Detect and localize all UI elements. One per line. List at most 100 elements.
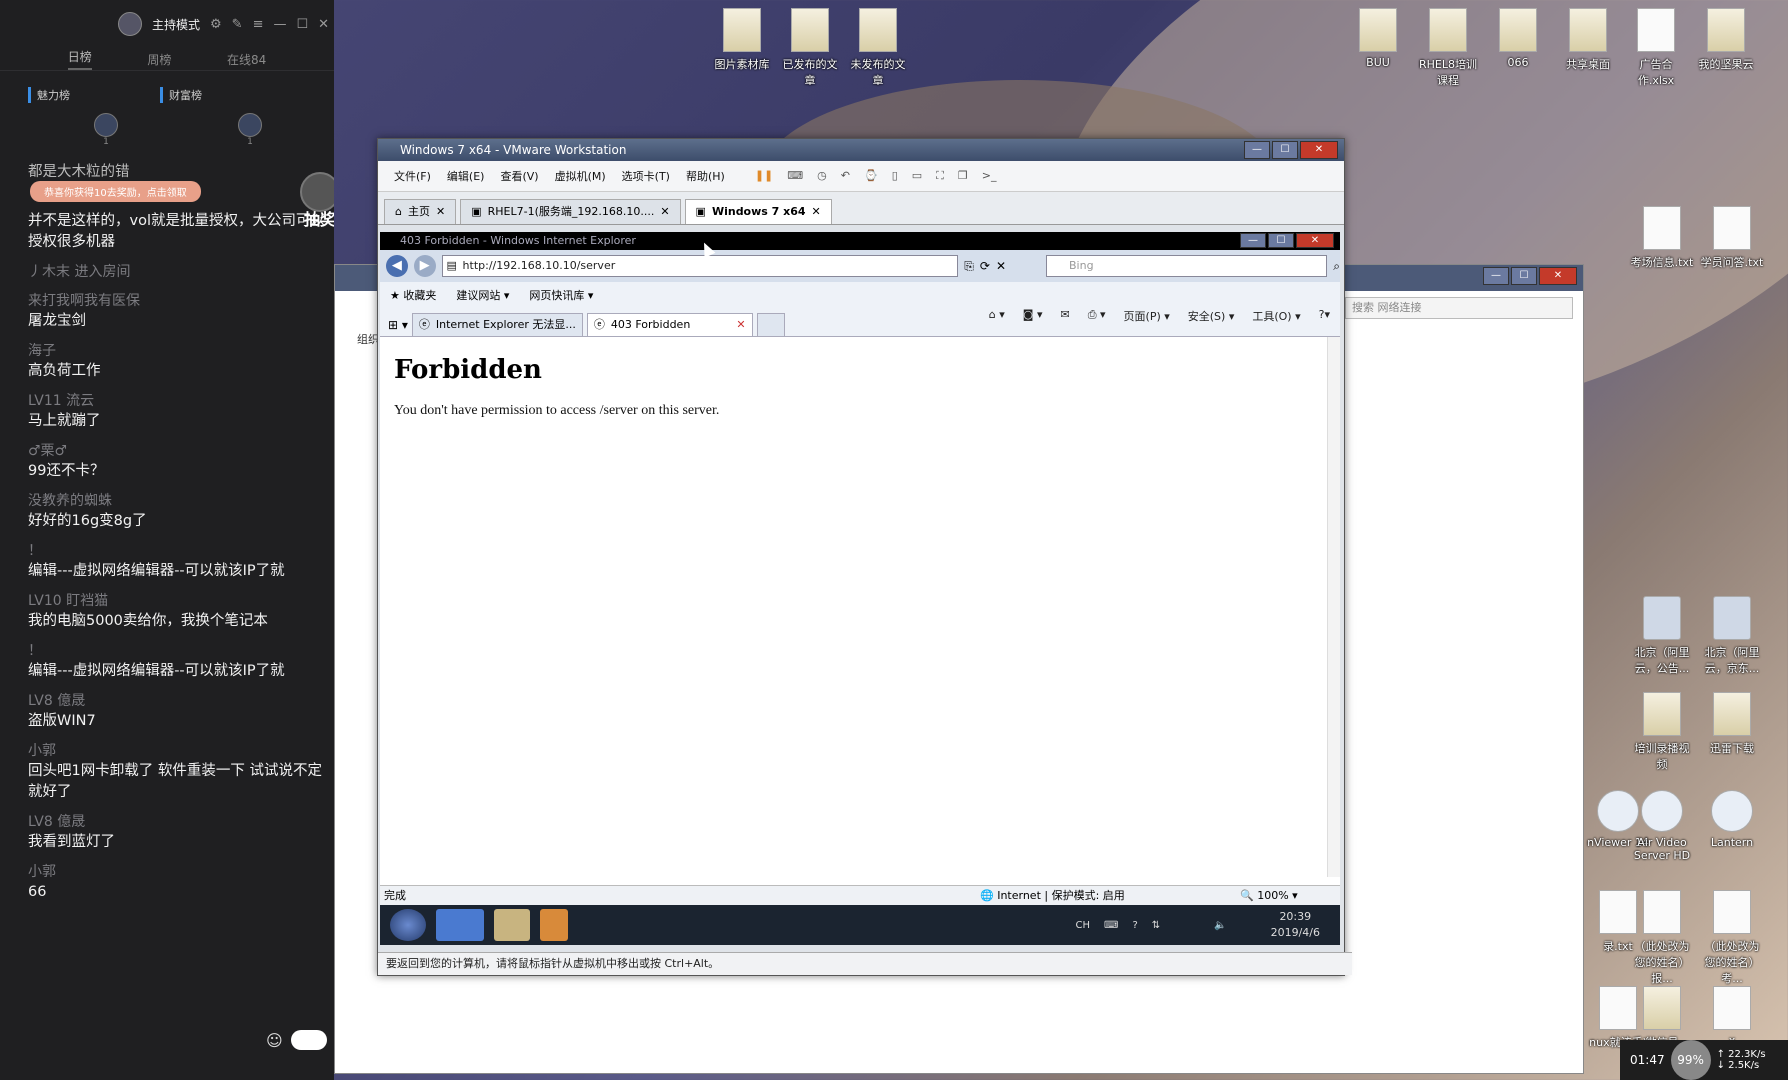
menu-file[interactable]: 文件(F) (394, 168, 431, 184)
tools-menu[interactable]: 工具(O) ▾ (1252, 308, 1300, 324)
compat-view-icon[interactable]: ⎘ (964, 259, 974, 274)
close-icon[interactable]: ✕ (436, 200, 445, 224)
maximize-button[interactable]: ☐ (1268, 233, 1294, 248)
pause-icon[interactable]: ❚❚ (755, 169, 773, 183)
desktop-icon[interactable]: 北京（阿里云，京东... (1700, 596, 1764, 676)
explorer-search-input[interactable]: 搜索 网络连接 (1345, 297, 1573, 319)
new-tab-button[interactable] (756, 313, 785, 336)
desktop-icon[interactable]: 学员问答.txt (1700, 206, 1764, 270)
tab-online[interactable]: 在线84 (227, 51, 266, 68)
console-icon[interactable]: >_ (982, 169, 997, 183)
lottery-button[interactable]: 抽奖 (300, 172, 334, 230)
desktop-icon[interactable]: 培训录播视频 (1630, 692, 1694, 772)
tab-home[interactable]: ⌂ 主页 ✕ (384, 199, 457, 224)
explorer-toolbar-label[interactable]: 组织 (357, 331, 379, 347)
desktop-icon[interactable]: （此处改为您的姓名）报... (1630, 890, 1694, 986)
maximize-button[interactable]: ☐ (1511, 267, 1537, 285)
snapshot-manager-icon[interactable]: ⌚ (864, 169, 878, 183)
close-button[interactable]: ✕ (1296, 233, 1334, 248)
desktop-icon[interactable]: Air Video Server HD (1630, 790, 1694, 862)
desktop-icon[interactable]: 图片素材库 (710, 8, 774, 72)
search-icon[interactable]: ⌕ (1333, 259, 1340, 274)
safety-menu[interactable]: 安全(S) ▾ (1188, 308, 1235, 324)
close-button[interactable]: ✕ (1300, 141, 1338, 159)
ie-tab[interactable]: ⓔ Internet Explorer 无法显... (411, 313, 583, 336)
desktop-icon[interactable]: （此处改为您的姓名）考... (1700, 890, 1764, 986)
close-button[interactable]: ✕ (1539, 267, 1577, 285)
close-icon[interactable]: ✕ (318, 17, 329, 32)
desktop-icon[interactable]: 迅雷下载 (1700, 692, 1764, 756)
minimize-button[interactable]: — (1483, 267, 1509, 285)
desktop-icon[interactable]: Lantern (1700, 790, 1764, 849)
close-icon[interactable]: ✕ (812, 200, 821, 224)
minimize-button[interactable]: — (1240, 233, 1266, 248)
print-icon[interactable]: ⎙ ▾ (1088, 308, 1106, 324)
ie-tab-active[interactable]: ⓔ 403 Forbidden ✕ (586, 313, 753, 336)
send-input[interactable] (290, 1030, 327, 1050)
desktop-icon[interactable]: x (1700, 986, 1764, 1047)
tab-weekly[interactable]: 周榜 (147, 51, 171, 68)
maximize-button[interactable]: ☐ (1272, 141, 1298, 159)
start-button[interactable] (390, 909, 426, 941)
desktop-icon[interactable]: 我的坚果云 (1694, 8, 1758, 72)
ranker-2[interactable]: 1 (238, 113, 262, 147)
thumbnail-view-icon[interactable]: ▭ (912, 169, 922, 183)
desktop-icon[interactable]: RHEL8培训课程 (1416, 8, 1480, 88)
send-keys-icon[interactable]: ⌨ (787, 169, 803, 183)
emoji-icon[interactable]: ☺ (266, 1031, 283, 1050)
taskbar-media[interactable] (540, 909, 568, 941)
favorites-button[interactable]: ★ 收藏夹 (390, 287, 436, 303)
zoom-control[interactable]: 🔍 100% ▾ (1240, 886, 1298, 906)
minimize-icon[interactable]: — (273, 17, 286, 32)
menu-tabs[interactable]: 选项卡(T) (622, 168, 670, 184)
library-view-icon[interactable]: ▯ (892, 169, 898, 183)
minimize-button[interactable]: — (1244, 141, 1270, 159)
menu-vm[interactable]: 虚拟机(M) (555, 168, 606, 184)
feeds-icon[interactable]: ◙ ▾ (1023, 308, 1043, 324)
desktop-icon[interactable]: 广告合作.xlsx (1624, 8, 1688, 88)
desktop-icon[interactable]: 066 (1486, 8, 1550, 69)
tab-rhel[interactable]: ▣ RHEL7-1(服务端_192.168.10.... ✕ (460, 199, 681, 224)
desktop-icon[interactable]: 共享桌面 (1556, 8, 1620, 72)
revert-snapshot-icon[interactable]: ↶ (841, 169, 850, 183)
tab-win7[interactable]: ▣ Windows 7 x64 ✕ (684, 199, 832, 224)
taskbar-explorer[interactable] (494, 909, 530, 941)
desktop-icon[interactable]: 未发布的文章 (846, 8, 910, 88)
search-input[interactable]: Bing (1046, 255, 1328, 277)
desktop-icon[interactable]: 考场信息.txt (1630, 206, 1694, 270)
taskbar-ie[interactable] (436, 909, 484, 941)
menu-help[interactable]: 帮助(H) (686, 168, 725, 184)
address-bar[interactable]: ▤ http://192.168.10.10/server (441, 255, 959, 277)
ime-indicator[interactable]: CH (1075, 920, 1090, 931)
network-speed-widget[interactable]: 01:47 99% ↑ 22.3K/s ↓ 2.5K/s (1620, 1040, 1788, 1080)
back-button[interactable]: ◀ (386, 255, 408, 277)
menu-icon[interactable]: ≡ (253, 17, 264, 32)
snapshot-icon[interactable]: ◷ (817, 169, 827, 183)
home-icon[interactable]: ⌂ ▾ (989, 308, 1005, 324)
tab-daily[interactable]: 日榜 (67, 48, 92, 70)
volume-icon[interactable]: 🔈 (1214, 920, 1226, 931)
clock[interactable]: 20:39 2019/4/6 (1271, 909, 1320, 941)
menu-edit[interactable]: 编辑(E) (447, 168, 485, 184)
close-icon[interactable]: ✕ (736, 314, 745, 336)
fullscreen-icon[interactable]: ⛶ (936, 169, 944, 183)
ranker-1[interactable]: 1 (94, 113, 118, 147)
vertical-scrollbar[interactable] (1327, 337, 1340, 877)
rank-wealth[interactable]: 财富榜 (160, 87, 202, 103)
unity-icon[interactable]: ❐ (958, 169, 968, 183)
edit-icon[interactable]: ✎ (232, 17, 243, 32)
keyboard-icon[interactable]: ⌨ (1104, 920, 1118, 931)
mail-icon[interactable]: ✉ (1060, 308, 1069, 324)
maximize-icon[interactable]: ☐ (296, 17, 308, 32)
page-menu[interactable]: 页面(P) ▾ (1124, 308, 1170, 324)
forward-button[interactable]: ▶ (413, 255, 436, 277)
rank-charm[interactable]: 魅力榜 (28, 87, 70, 103)
close-icon[interactable]: ✕ (660, 200, 669, 224)
refresh-icon[interactable]: ⟳ (980, 259, 990, 273)
help-icon[interactable]: ? (1132, 920, 1137, 931)
network-icon[interactable]: ⇅ (1152, 920, 1160, 931)
reward-notice[interactable]: 恭喜你获得10去奖励，点击领取 (30, 181, 201, 202)
quick-tabs-icon[interactable]: ⊞ ▾ (388, 318, 408, 336)
stop-icon[interactable]: ✕ (996, 259, 1006, 273)
settings-icon[interactable]: ⚙ (210, 17, 222, 32)
